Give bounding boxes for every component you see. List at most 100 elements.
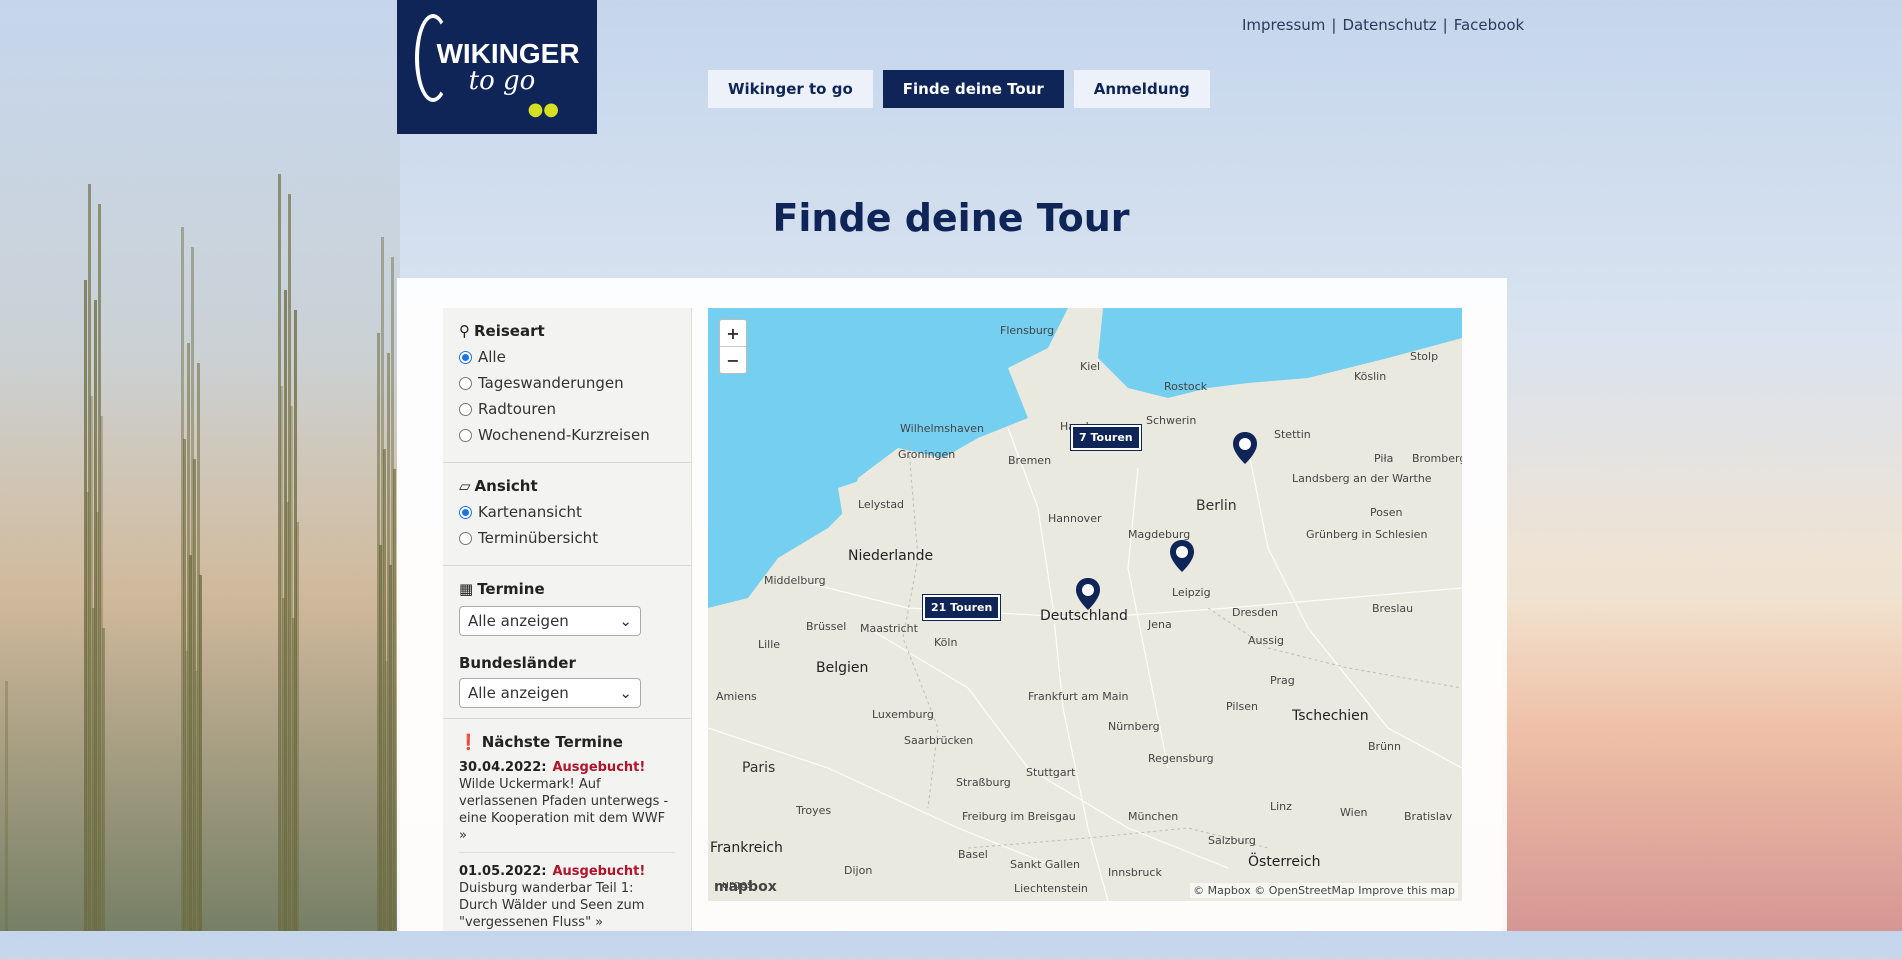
main-nav: Wikinger to go Finde deine Tour Anmeldun… (708, 70, 1210, 108)
map-label-koeln: Köln (934, 636, 958, 649)
nav-anmeldung[interactable]: Anmeldung (1073, 70, 1210, 108)
bundeslaender-select[interactable]: Alle anzeigen ⌄ (459, 678, 641, 708)
map-label-regensburg: Regensburg (1148, 752, 1214, 765)
bundeslaender-title: Bundesländer (459, 654, 576, 672)
datenschutz-link[interactable]: Datenschutz (1342, 16, 1436, 34)
tour-pin-icon[interactable] (1170, 540, 1194, 572)
map-label-bremen: Bremen (1008, 454, 1052, 467)
option-label: Terminübersicht (478, 529, 599, 547)
top-links: Impressum | Datenschutz | Facebook (1242, 16, 1525, 34)
nav-wikinger-to-go[interactable]: Wikinger to go (708, 70, 873, 108)
map-label-middelburg: Middelburg (764, 574, 826, 587)
page-title: Finde deine Tour (772, 196, 1130, 240)
event-status: Ausgebucht! (552, 760, 646, 775)
map-label-flensburg: Flensburg (1000, 324, 1055, 337)
map-label-lelystad: Lelystad (858, 498, 905, 511)
map-label-frankfurt: Frankfurt am Main (1028, 690, 1129, 703)
map-label-troyes: Troyes (796, 804, 832, 817)
map-label-stolp: Stolp (1410, 350, 1439, 363)
map-label-linz: Linz (1270, 800, 1292, 813)
radio-icon[interactable] (459, 505, 472, 519)
map-attribution[interactable]: © Mapbox © OpenStreetMap Improve this ma… (1190, 883, 1458, 898)
tour-pin-icon[interactable] (1076, 578, 1100, 610)
zoom-out-button[interactable]: − (720, 347, 746, 373)
map-label-amiens: Amiens (716, 690, 757, 703)
map-label-pilsen: Pilsen (1226, 700, 1258, 713)
map-icon: ▱ (459, 477, 471, 495)
naechste-termine-section: ❗ Nächste Termine 30.04.2022: Ausgebucht! … (443, 719, 691, 959)
reiseart-option-wochenend[interactable]: Wochenend-Kurzreisen (459, 426, 675, 444)
event-item[interactable]: 01.05.2022: Ausgebucht! Duisburg wanderba… (459, 863, 675, 939)
calendar-icon: ▦ (459, 580, 474, 598)
tour-pin-icon[interactable] (1233, 432, 1257, 464)
zoom-control: + − (719, 319, 747, 374)
radio-icon[interactable] (459, 376, 472, 390)
mapbox-logo[interactable]: mapbox (714, 879, 777, 895)
chevron-down-icon: ⌄ (619, 684, 632, 702)
map-label-tschechien: Tschechien (1292, 708, 1369, 724)
ansicht-option-karte[interactable]: Kartenansicht (459, 503, 675, 521)
map-label-jena: Jena (1148, 618, 1172, 631)
logo-text-line2: to go (468, 66, 536, 96)
map-label-gruenberg: Grünberg in Schlesien (1306, 528, 1428, 541)
facebook-link[interactable]: Facebook (1454, 16, 1524, 34)
reiseart-option-radtouren[interactable]: Radtouren (459, 400, 675, 418)
logo-swirl (415, 14, 451, 102)
map-label-breslau: Breslau (1372, 602, 1414, 615)
map-label-landsberg: Landsberg an der Warthe (1292, 472, 1432, 485)
map-label-posen: Posen (1370, 506, 1403, 519)
ansicht-title: Ansicht (474, 477, 538, 495)
map-label-berlin: Berlin (1196, 498, 1237, 514)
map-label-stettin: Stettin (1274, 428, 1311, 441)
option-label: Wochenend-Kurzreisen (478, 426, 650, 444)
reiseart-option-alle[interactable]: Alle (459, 348, 675, 366)
map-label-freiburg: Freiburg im Breisgau (962, 810, 1076, 823)
ansicht-option-termine[interactable]: Terminübersicht (459, 529, 675, 547)
reiseart-option-tageswanderungen[interactable]: Tageswanderungen (459, 374, 675, 392)
map-label-kiel: Kiel (1080, 360, 1101, 373)
event-text[interactable]: Duisburg wanderbar Teil 1: Durch Wälder … (459, 880, 675, 931)
map-label-saarbruecken: Saarbrücken (904, 734, 974, 747)
tour-map[interactable]: + − Flensburg Kiel Rostock Stolp Köslin Wilhe… (708, 308, 1462, 901)
map-label-groningen: Groningen (898, 448, 956, 461)
map-label-niederlande: Niederlande (848, 548, 934, 564)
chevron-down-icon: ⌄ (619, 612, 632, 630)
zoom-in-button[interactable]: + (720, 320, 746, 347)
ansicht-section: ▱ Ansicht Kartenansicht Terminübersicht (443, 463, 691, 566)
site-logo[interactable]: WIKINGER to go ●● (397, 0, 597, 134)
map-label-wien: Wien (1340, 806, 1368, 819)
impressum-link[interactable]: Impressum (1242, 16, 1325, 34)
option-label: Radtouren (478, 400, 556, 418)
reed-stalk (278, 174, 281, 931)
nav-finde-deine-tour[interactable]: Finde deine Tour (882, 70, 1064, 108)
map-label-luxemburg: Luxemburg (872, 708, 934, 721)
reed-stalk (377, 333, 380, 931)
event-text[interactable]: Wilde Uckermark! Auf verlassenen Pfaden … (459, 776, 675, 844)
termine-select[interactable]: Alle anzeigen ⌄ (459, 606, 641, 636)
radio-icon[interactable] (459, 350, 472, 364)
reed-stalk (84, 280, 87, 931)
reed-stalk (181, 227, 184, 931)
map-label-salzburg: Salzburg (1208, 834, 1256, 847)
radio-icon[interactable] (459, 402, 472, 416)
tour-cluster-badge[interactable]: 21 Touren (923, 595, 1001, 620)
radio-icon[interactable] (459, 428, 472, 442)
event-date: 01.05.2022: (459, 864, 547, 879)
tour-cluster-badge[interactable]: 7 Touren (1071, 425, 1141, 450)
map-label-schwerin: Schwerin (1146, 414, 1197, 427)
map-label-stuttgart: Stuttgart (1026, 766, 1076, 779)
background-right-sunset (1502, 600, 1902, 931)
map-label-strassburg: Straßburg (956, 776, 1011, 789)
map-label-wilhelmshaven: Wilhelmshaven (900, 422, 984, 435)
boots-icon: ●● (527, 99, 559, 120)
reiseart-section: ⚲ Reiseart Alle Tageswanderungen Radtoure… (443, 308, 691, 463)
map-label-belgien: Belgien (816, 660, 869, 676)
option-label: Kartenansicht (478, 503, 582, 521)
map-label-prag: Prag (1270, 674, 1295, 687)
exclamation-icon: ❗ (459, 733, 478, 751)
map-label-bratislava: Bratislav (1404, 810, 1453, 823)
event-item[interactable]: 30.04.2022: Ausgebucht! Wilde Uckermark! … (459, 759, 675, 853)
event-status: Ausgebucht! (552, 864, 646, 879)
map-label-paris: Paris (742, 760, 776, 776)
radio-icon[interactable] (459, 531, 472, 545)
